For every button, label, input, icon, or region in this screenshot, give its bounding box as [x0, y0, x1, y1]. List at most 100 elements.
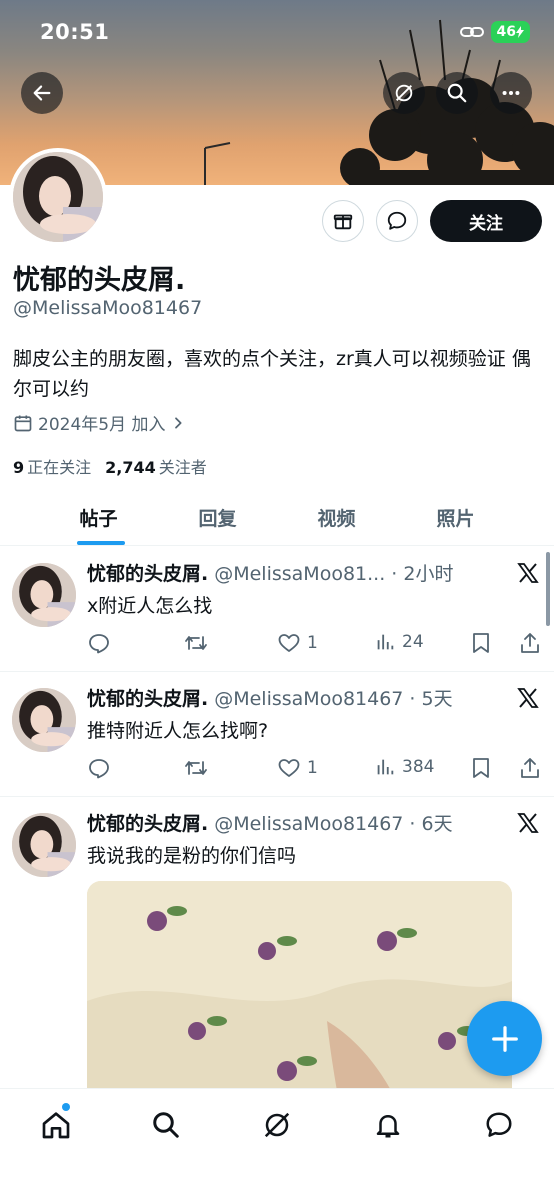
post-author-name[interactable]: 忧郁的头皮屑. [87, 809, 208, 836]
tab-replies[interactable]: 回复 [158, 490, 277, 545]
back-button[interactable] [21, 72, 63, 114]
post-avatar[interactable] [12, 563, 76, 627]
gift-icon [333, 214, 353, 230]
home-icon [42, 1112, 70, 1139]
bookmark-icon [473, 758, 489, 778]
calendar-icon [14, 415, 32, 431]
reply-button[interactable] [87, 631, 111, 655]
bookmark-icon [473, 633, 489, 653]
tab-videos[interactable]: 视频 [277, 490, 396, 545]
heart-icon [278, 759, 300, 777]
profile-display-name: 忧郁的头皮屑. [13, 265, 186, 296]
x-logo-icon [517, 563, 539, 583]
nav-grok[interactable] [257, 1105, 297, 1145]
post-author-name[interactable]: 忧郁的头皮屑. [87, 559, 208, 586]
joined-date-text: 2024年5月 加入 [38, 415, 166, 435]
link-icon [459, 27, 484, 37]
search-icon [447, 83, 467, 103]
avatar-image [13, 152, 103, 242]
nav-messages[interactable] [479, 1105, 519, 1145]
view-count: 384 [402, 757, 435, 777]
gift-button[interactable] [322, 200, 364, 242]
message-bubble-icon [387, 211, 407, 230]
share-button[interactable] [519, 631, 541, 655]
post-item[interactable]: 忧郁的头皮屑. @MelissaMoo81... · 2小时 x附近人怎么找 1 [0, 547, 554, 672]
post-item[interactable]: 忧郁的头皮屑. @MelissaMoo81467 · 5天 推特附近人怎么找啊?… [0, 672, 554, 797]
status-time: 20:51 [40, 20, 110, 44]
following-link[interactable]: 9 正在关注 [13, 454, 91, 478]
retweet-button[interactable] [183, 631, 209, 655]
profile-handle: @MelissaMoo81467 [13, 297, 203, 319]
heart-icon [278, 634, 300, 652]
post-header: 忧郁的头皮屑. @MelissaMoo81467 · 6天 [87, 809, 453, 836]
share-button[interactable] [519, 756, 541, 780]
post-meta: @MelissaMoo81467 · 6天 [214, 813, 453, 835]
chevron-right-icon [175, 416, 183, 429]
bookmark-button[interactable] [470, 756, 492, 780]
bottom-navigation [0, 1088, 554, 1199]
search-icon [153, 1112, 179, 1138]
followers-count: 2,744 [105, 458, 156, 477]
share-icon [521, 758, 539, 778]
battery-level: 46 [496, 24, 516, 40]
more-button[interactable] [490, 72, 532, 114]
following-label: 正在关注 [27, 458, 92, 477]
followers-label: 关注者 [158, 458, 207, 477]
like-count: 1 [307, 758, 318, 778]
grok-button[interactable] [383, 72, 425, 114]
views-bar-icon [377, 759, 394, 775]
tab-posts[interactable]: 帖子 [39, 490, 158, 545]
scrollbar[interactable] [546, 552, 550, 626]
profile-tabs: 帖子 回复 视频 照片 [0, 490, 554, 546]
share-icon [521, 633, 539, 653]
battery-indicator: 46 [490, 21, 530, 43]
post-header: 忧郁的头皮屑. @MelissaMoo81... · 2小时 [87, 559, 453, 586]
post-text: x附近人怎么找 [87, 595, 213, 617]
avatar-image [12, 563, 76, 627]
retweet-icon [185, 636, 207, 650]
follow-counts: 9 正在关注 2,744 关注者 [13, 454, 207, 478]
views-button[interactable]: 384 [374, 756, 434, 778]
views-bar-icon [377, 634, 394, 650]
reply-icon [89, 634, 109, 654]
post-header: 忧郁的头皮屑. @MelissaMoo81467 · 5天 [87, 684, 453, 711]
message-button[interactable] [376, 200, 418, 242]
like-button[interactable]: 1 [277, 756, 318, 780]
grok-icon [395, 84, 413, 102]
bookmark-button[interactable] [470, 631, 492, 655]
arrow-left-icon [33, 85, 51, 101]
tab-photos[interactable]: 照片 [396, 490, 515, 545]
bell-icon [376, 1115, 400, 1138]
avatar-image [12, 688, 76, 752]
reply-button[interactable] [87, 756, 111, 780]
message-bubble-icon [486, 1112, 512, 1137]
followers-link[interactable]: 2,744 关注者 [105, 454, 207, 478]
follow-button[interactable]: 关注 [430, 200, 542, 242]
views-button[interactable]: 24 [374, 631, 424, 653]
post-text: 推特附近人怎么找啊? [87, 720, 269, 742]
status-bar: 20:51 46 [0, 0, 554, 64]
post-actions: 1 24 [87, 631, 547, 657]
charging-bolt-icon [516, 26, 524, 38]
more-horizontal-icon [502, 90, 520, 96]
joined-date-link[interactable]: 2024年5月 加入 [13, 410, 186, 435]
post-text: 我说我的是粉的你们信吗 [87, 845, 297, 867]
post-actions: 1 384 [87, 756, 547, 782]
like-count: 1 [307, 633, 318, 653]
profile-bio: 脚皮公主的朋友圈，喜欢的点个关注，zr真人可以视频验证 偶尔可以约 [13, 348, 531, 400]
compose-button[interactable] [467, 1001, 542, 1076]
post-avatar[interactable] [12, 813, 76, 877]
like-button[interactable]: 1 [277, 631, 318, 655]
plus-icon [491, 1025, 518, 1052]
following-count: 9 [13, 458, 25, 477]
avatar-image [12, 813, 76, 877]
nav-explore[interactable] [146, 1105, 186, 1145]
x-logo-icon [517, 688, 539, 708]
nav-home[interactable] [36, 1103, 76, 1145]
post-avatar[interactable] [12, 688, 76, 752]
nav-notifications[interactable] [368, 1105, 408, 1145]
search-button[interactable] [436, 72, 478, 114]
profile-avatar[interactable] [9, 148, 107, 246]
retweet-button[interactable] [183, 756, 209, 780]
post-author-name[interactable]: 忧郁的头皮屑. [87, 684, 208, 711]
